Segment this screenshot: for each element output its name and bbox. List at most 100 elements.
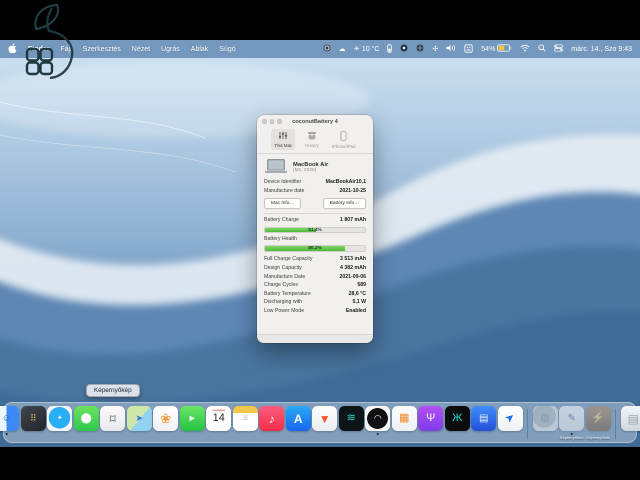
spotlight-icon[interactable] xyxy=(538,44,546,54)
cloud-icon[interactable]: ☁ xyxy=(339,46,346,53)
menu-item-0[interactable]: Finder xyxy=(28,46,49,53)
dock-item-facetime[interactable]: ► xyxy=(179,406,205,431)
menu-item-1[interactable]: Fájl xyxy=(60,46,71,53)
running-indicator xyxy=(376,432,379,435)
dock-item-maps[interactable]: ➤ xyxy=(126,406,152,431)
menu-item-4[interactable]: Ugrás xyxy=(161,46,180,53)
battery-detail-label-3: Charge Cycles xyxy=(264,282,299,289)
battery-detail-row-2: Manufacture Date 2021-09-06 xyxy=(264,274,366,283)
maps-icon: ➤ xyxy=(126,406,152,431)
dock-item-wifi-analyzer[interactable]: ◠ xyxy=(365,406,391,435)
app-ring-icon[interactable] xyxy=(323,44,331,54)
battery-detail-value-3: 589 xyxy=(357,282,366,289)
battery-detail-value-0: 3 513 mAh xyxy=(340,256,366,263)
dock-item-app-store[interactable]: A xyxy=(285,406,311,431)
dock-item-brave[interactable]: ▼ xyxy=(312,406,338,431)
dock-item-safari[interactable]: ✦ xyxy=(47,406,73,431)
globe-icon-shape xyxy=(416,44,424,54)
desktop-screen: Finder Fájl Szerkesztés Nézet Ugrás Ablak Súgó… xyxy=(0,0,640,480)
tab-iphone-ipad[interactable]: iPhone/iPad xyxy=(329,129,359,150)
dock-item-launchpad[interactable]: ⠿ xyxy=(20,406,46,431)
window-body: MacBook Air (M1, 2020) Device Identifier… xyxy=(257,154,373,332)
dock-item-notes[interactable]: ≡ xyxy=(232,406,258,431)
battery-detail-label-2: Manufacture Date xyxy=(264,273,306,280)
battery-charge-value: 1 807 mAh xyxy=(340,217,366,224)
device-info-label-0: Device Identifier xyxy=(264,179,302,185)
device-info-value-1: 2021-10-25 xyxy=(339,187,366,194)
device-model: (M1, 2020) xyxy=(293,167,317,173)
battery-detail-row-5: Discharging with 5,1 W xyxy=(264,299,366,308)
control-center-icon[interactable] xyxy=(554,44,564,54)
gauge-icon[interactable] xyxy=(387,43,393,55)
spotlight-icon-shape xyxy=(538,44,546,54)
dock-item-screenshot-file[interactable]: ✎ Képernyőfotó xyxy=(559,406,585,440)
battery-detail-row-4: Battery Temperature 28,6 °C xyxy=(264,291,366,300)
weather-item[interactable]: ☀ 10 °C xyxy=(354,46,380,53)
dock-item-messages[interactable]: ⬤ xyxy=(73,406,99,431)
record-icon[interactable] xyxy=(400,44,408,54)
wifi-analyzer-icon: ◠ xyxy=(365,406,391,431)
dock-item-calculator[interactable]: ▦ xyxy=(391,406,417,431)
device-name: MacBook Air xyxy=(293,161,329,168)
fan-icon[interactable]: ✣ xyxy=(432,46,438,53)
audio-waves-app-icon: ≋ xyxy=(338,406,364,431)
archive-icon xyxy=(307,131,317,142)
coconutbattery-window: coconutBattery 4 This Mac History iPhone/i… xyxy=(257,115,373,343)
notes-icon: ≡ xyxy=(232,406,258,431)
wifi-icon-shape xyxy=(520,44,530,54)
dock-item-wallet-app[interactable]: ▤ xyxy=(471,406,497,431)
dock-item-finder[interactable]: ☺ xyxy=(0,406,20,435)
control-center-icon-shape xyxy=(554,44,564,54)
dock-tooltip: Képernyőkép xyxy=(86,384,140,397)
gauge-icon-shape xyxy=(387,43,393,55)
tab-this-mac[interactable]: This Mac xyxy=(271,129,296,150)
menu-bar: Finder Fájl Szerkesztés Nézet Ugrás Ablak Súgó… xyxy=(0,40,640,58)
menu-item-6[interactable]: Súgó xyxy=(219,46,235,53)
dock-item-screenshot[interactable]: ⌑ xyxy=(100,406,126,431)
battery-item[interactable]: 54% xyxy=(481,44,512,54)
window-titlebar[interactable]: coconutBattery 4 xyxy=(257,115,373,128)
calendar-icon: szombat 14 xyxy=(206,406,232,431)
input-source-icon[interactable] xyxy=(464,43,473,55)
mac-info-button[interactable]: Mac Info… xyxy=(264,198,302,210)
facetime-icon: ► xyxy=(179,406,205,431)
brave-icon: ▼ xyxy=(312,406,338,431)
dock-separator xyxy=(615,409,617,439)
volume-icon[interactable] xyxy=(446,44,456,54)
battery-info-button[interactable]: Battery Info… xyxy=(322,198,366,210)
battery-detail-row-1: Design Capacity 4 382 mAh xyxy=(264,265,366,274)
dock-item-butterfly-app[interactable]: Ж xyxy=(444,406,470,431)
music-icon: ♪ xyxy=(259,406,285,431)
fan-icon-glyph: ✣ xyxy=(432,45,439,53)
apple-menu-icon[interactable] xyxy=(8,42,17,56)
battery-icon xyxy=(497,44,512,54)
clock-item[interactable]: márc. 14., Szo 9:43 xyxy=(571,46,632,53)
dock-item-podcasts[interactable]: Ψ xyxy=(418,406,444,431)
wifi-icon[interactable] xyxy=(520,44,530,54)
volume-icon-shape xyxy=(446,44,456,54)
dock-item-audio-waves-app[interactable]: ≋ xyxy=(338,406,364,431)
menu-item-2[interactable]: Szerkesztés xyxy=(83,46,121,53)
dock-item-lightning-app[interactable]: ⚡ Képernyőfotó xyxy=(585,406,611,440)
tab-history[interactable]: History xyxy=(302,129,322,150)
weather-item-glyph: ☀ xyxy=(353,45,360,53)
dock-item-photos[interactable]: ❀ xyxy=(153,406,179,431)
battery-detail-label-4: Battery Temperature xyxy=(264,290,311,297)
window-title: coconutBattery 4 xyxy=(292,118,338,125)
app-ring-icon-shape xyxy=(323,44,331,54)
dock-item-paper-plane-app[interactable]: ➤ xyxy=(497,406,523,431)
dock-item-label: Képernyőfotó xyxy=(586,435,611,440)
battery-detail-value-2: 2021-09-06 xyxy=(339,273,366,280)
launchpad-icon: ⠿ xyxy=(20,406,46,431)
globe-icon[interactable] xyxy=(416,44,424,54)
dock-item-calendar[interactable]: szombat 14 xyxy=(206,406,232,431)
messages-icon: ⬤ xyxy=(73,406,99,431)
dock-item-trash[interactable]: ▤ xyxy=(620,406,640,431)
menu-item-5[interactable]: Ablak xyxy=(191,46,209,53)
menu-item-3[interactable]: Nézet xyxy=(132,46,150,53)
calculator-icon: ▦ xyxy=(391,406,417,431)
wallet-app-icon: ▤ xyxy=(471,406,497,431)
dock-item-music[interactable]: ♪ xyxy=(259,406,285,431)
dock-item-sphere-app[interactable]: ◍ xyxy=(532,406,558,431)
paper-plane-app-icon: ➤ xyxy=(497,406,523,431)
